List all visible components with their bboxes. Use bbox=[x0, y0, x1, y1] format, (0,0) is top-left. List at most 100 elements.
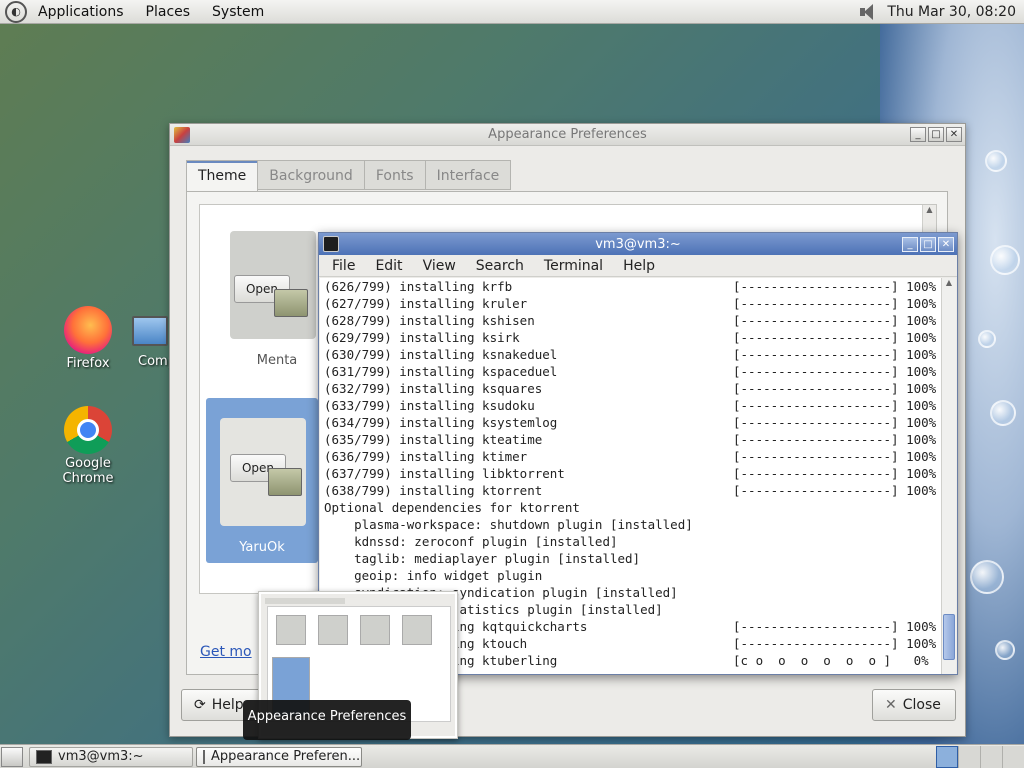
folder-icon bbox=[274, 289, 308, 317]
menu-help[interactable]: Help bbox=[613, 258, 665, 274]
wallpaper-bubble bbox=[978, 330, 996, 348]
scrollbar-thumb[interactable] bbox=[943, 614, 955, 660]
progress-bar-text: [--------------------] 100% bbox=[733, 415, 937, 430]
wallpaper-bubble bbox=[990, 400, 1016, 426]
volume-icon[interactable] bbox=[857, 3, 879, 21]
maximize-button[interactable]: □ bbox=[920, 236, 936, 252]
taskbar-item-label: Appearance Preferen... bbox=[211, 749, 361, 764]
tab-interface[interactable]: Interface bbox=[424, 160, 512, 190]
terminal-line-text: (631/799) installing kspaceduel bbox=[324, 364, 558, 379]
terminal-line: (633/799) installing ksudoku [-----------… bbox=[320, 397, 942, 414]
terminal-line-text: kdnssd: zeroconf plugin [installed] bbox=[324, 534, 618, 549]
computer-icon bbox=[132, 316, 168, 346]
desktop-icon-label: Firefox bbox=[66, 356, 110, 371]
progress-bar-text: [--------------------] 100% bbox=[733, 381, 937, 396]
progress-bar-text: [--------------------] 100% bbox=[733, 330, 937, 345]
terminal-line-text: (628/799) installing kshisen bbox=[324, 313, 535, 328]
tab-fonts[interactable]: Fonts bbox=[363, 160, 426, 190]
scroll-up-icon[interactable]: ▲ bbox=[923, 205, 936, 219]
wallpaper-bubble bbox=[970, 560, 1004, 594]
terminal-line-text: (629/799) installing ksirk bbox=[324, 330, 520, 345]
help-label: Help bbox=[211, 697, 244, 713]
close-label: Close bbox=[902, 697, 941, 713]
terminal-titlebar[interactable]: vm3@vm3:~ _ □ ✕ bbox=[319, 233, 957, 255]
terminal-line: (627/799) installing kruler [------------… bbox=[320, 295, 942, 312]
taskbar-item-label: vm3@vm3:~ bbox=[58, 749, 144, 764]
menu-edit[interactable]: Edit bbox=[365, 258, 412, 274]
minimize-button[interactable]: _ bbox=[910, 127, 926, 142]
taskbar-item-terminal[interactable]: vm3@vm3:~ bbox=[29, 746, 193, 767]
preview-theme-thumb bbox=[318, 615, 348, 645]
maximize-button[interactable]: □ bbox=[928, 127, 944, 142]
workspace-2[interactable] bbox=[958, 745, 980, 768]
progress-bar-text: [--------------------] 100% bbox=[733, 398, 937, 413]
minimize-button[interactable]: _ bbox=[902, 236, 918, 252]
progress-bar-text: [--------------------] 100% bbox=[733, 449, 937, 464]
workspace-4[interactable] bbox=[1002, 745, 1024, 768]
preview-tabs bbox=[265, 598, 345, 604]
theme-preview: Open bbox=[220, 418, 306, 526]
close-window-button[interactable]: ✕ bbox=[946, 127, 962, 142]
terminal-line: (631/799) installing kspaceduel [--------… bbox=[320, 363, 942, 380]
terminal-line: (628/799) installing kshisen [-----------… bbox=[320, 312, 942, 329]
terminal-line: (634/799) installing ksystemlog [--------… bbox=[320, 414, 942, 431]
terminal-line: (637/799) installing libktorrent [-------… bbox=[320, 465, 942, 482]
scroll-up-icon[interactable]: ▲ bbox=[942, 278, 956, 292]
tab-theme[interactable]: Theme bbox=[186, 160, 259, 192]
progress-bar-text: [--------------------] 100% bbox=[733, 279, 937, 294]
terminal-line-text: plasma-workspace: shutdown plugin [insta… bbox=[324, 517, 693, 532]
taskbar-item-appearance[interactable]: Appearance Preferen... bbox=[196, 746, 362, 767]
menu-view[interactable]: View bbox=[413, 258, 466, 274]
menu-system[interactable]: System bbox=[201, 0, 275, 24]
distro-logo-icon[interactable]: ◐ bbox=[5, 0, 27, 23]
desktop-icon-firefox[interactable]: Firefox bbox=[38, 306, 138, 371]
terminal-line: (636/799) installing ktimer [------------… bbox=[320, 448, 942, 465]
terminal-line: (635/799) installing kteatime [----------… bbox=[320, 431, 942, 448]
close-icon: ✕ bbox=[885, 697, 897, 713]
terminal-line: (629/799) installing ksirk [-------------… bbox=[320, 329, 942, 346]
terminal-menubar: File Edit View Search Terminal Help bbox=[319, 255, 957, 277]
window-titlebar[interactable]: Appearance Preferences _ □ ✕ bbox=[170, 124, 965, 146]
clock[interactable]: Thu Mar 30, 08:20 bbox=[887, 4, 1016, 20]
menu-search[interactable]: Search bbox=[466, 258, 534, 274]
workspace-3[interactable] bbox=[980, 745, 1002, 768]
terminal-icon bbox=[36, 749, 52, 764]
theme-name: YaruOk bbox=[239, 540, 285, 555]
menu-places[interactable]: Places bbox=[135, 0, 202, 24]
terminal-line-text: (627/799) installing kruler bbox=[324, 296, 528, 311]
workspace-1[interactable] bbox=[936, 745, 958, 768]
terminal-line: taglib: mediaplayer plugin [installed] bbox=[320, 550, 942, 567]
terminal-title: vm3@vm3:~ bbox=[595, 236, 681, 252]
tab-background[interactable]: Background bbox=[257, 160, 365, 190]
terminal-scrollbar[interactable]: ▲ bbox=[941, 278, 956, 674]
terminal-line-text: (638/799) installing ktorrent bbox=[324, 483, 543, 498]
desktop-icon-chrome[interactable]: Google Chrome bbox=[38, 406, 138, 486]
folder-icon bbox=[268, 468, 302, 496]
get-more-themes-link[interactable]: Get mo bbox=[200, 644, 252, 660]
firefox-icon bbox=[64, 306, 112, 354]
show-desktop-icon[interactable] bbox=[1, 746, 23, 767]
preview-theme-thumb bbox=[402, 615, 432, 645]
progress-bar-text: [--------------------] 100% bbox=[733, 619, 937, 634]
wallpaper-bubble bbox=[995, 640, 1015, 660]
preview-theme-thumb bbox=[276, 615, 306, 645]
progress-bar-text: [--------------------] 100% bbox=[733, 483, 937, 498]
desktop-icon-computer[interactable]: Comp bbox=[132, 306, 176, 369]
tooltip: Appearance Preferences bbox=[243, 700, 411, 740]
terminal-line-text: (637/799) installing libktorrent bbox=[324, 466, 565, 481]
menu-terminal[interactable]: Terminal bbox=[534, 258, 613, 274]
top-panel: ◐ Applications Places System Thu Mar 30,… bbox=[0, 0, 1024, 24]
menu-file[interactable]: File bbox=[322, 258, 365, 274]
theme-item-yaruok[interactable]: Open YaruOk bbox=[206, 398, 318, 563]
terminal-line: plasma-workspace: shutdown plugin [insta… bbox=[320, 516, 942, 533]
wallpaper-bubble bbox=[990, 245, 1020, 275]
menu-applications[interactable]: Applications bbox=[27, 0, 135, 24]
wallpaper-bubble bbox=[985, 150, 1007, 172]
close-button[interactable]: ✕ Close bbox=[872, 689, 956, 721]
close-window-button[interactable]: ✕ bbox=[938, 236, 954, 252]
terminal-line: geoip: info widget plugin bbox=[320, 567, 942, 584]
terminal-line: (632/799) installing ksquares [----------… bbox=[320, 380, 942, 397]
terminal-line-text: (632/799) installing ksquares bbox=[324, 381, 543, 396]
terminal-line-text: (634/799) installing ksystemlog bbox=[324, 415, 558, 430]
progress-bar-text: [--------------------] 100% bbox=[733, 347, 937, 362]
